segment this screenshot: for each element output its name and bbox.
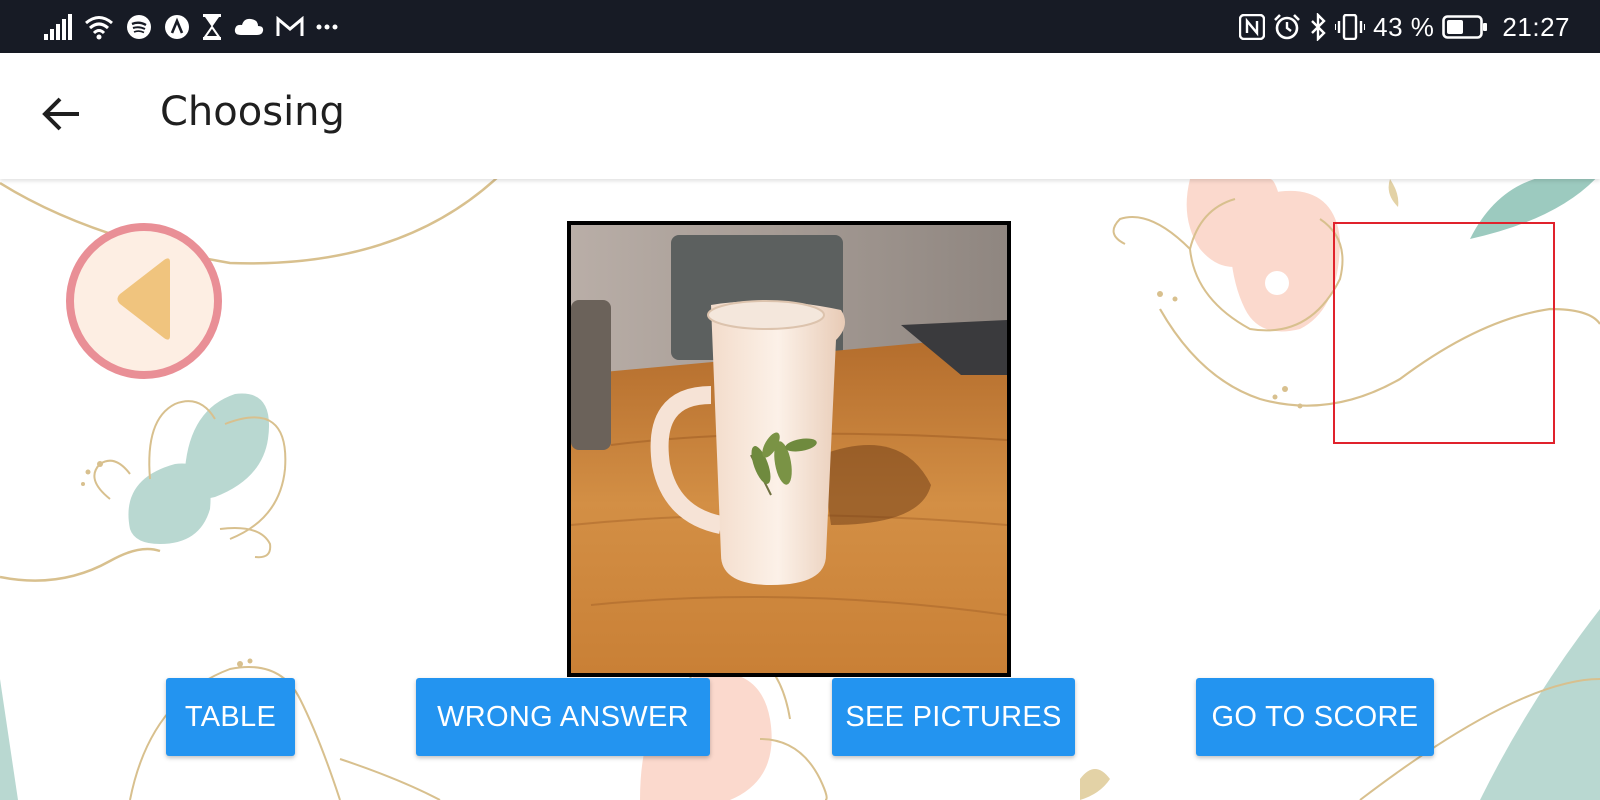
nfc-icon [1239,13,1266,41]
cloud-icon [234,13,264,41]
pitcher-photo [567,221,1011,677]
arrow-back-icon [41,96,81,137]
status-bar: 43 % 21:27 [0,0,1600,53]
status-bar-right: 43 % 21:27 [1239,10,1570,44]
wifi-icon [84,13,114,41]
hourglass-icon [202,13,222,41]
battery-percent: 43 % [1373,11,1435,42]
app-a-icon [164,13,190,41]
vibrate-icon [1335,13,1366,41]
screen: 43 % 21:27 Choosing TABLE WRONG ANSWER S… [0,0,1600,800]
spotify-icon [126,13,152,41]
pitcher-image [571,225,1007,673]
drop-target-box[interactable] [1333,222,1555,444]
table-button[interactable]: TABLE [166,678,295,756]
alarm-icon [1273,13,1301,41]
bluetooth-icon [1309,13,1327,41]
page-title: Choosing [160,89,345,135]
previous-button[interactable] [66,223,222,379]
triangle-left-icon [114,256,174,347]
signal-icon [44,13,72,41]
gmail-icon [276,13,304,41]
clock-time: 21:27 [1502,11,1570,42]
back-button[interactable] [36,91,86,141]
content-area: TABLE WRONG ANSWER SEE PICTURES GO TO SC… [0,179,1600,800]
battery-icon [1442,13,1488,41]
status-bar-left [44,12,338,42]
app-bar: Choosing [0,53,1600,179]
see-pictures-button[interactable]: SEE PICTURES [832,678,1075,756]
go-to-score-button[interactable]: GO TO SCORE [1196,678,1434,756]
wrong-answer-button[interactable]: WRONG ANSWER [416,678,710,756]
more-dots-icon [316,13,338,41]
